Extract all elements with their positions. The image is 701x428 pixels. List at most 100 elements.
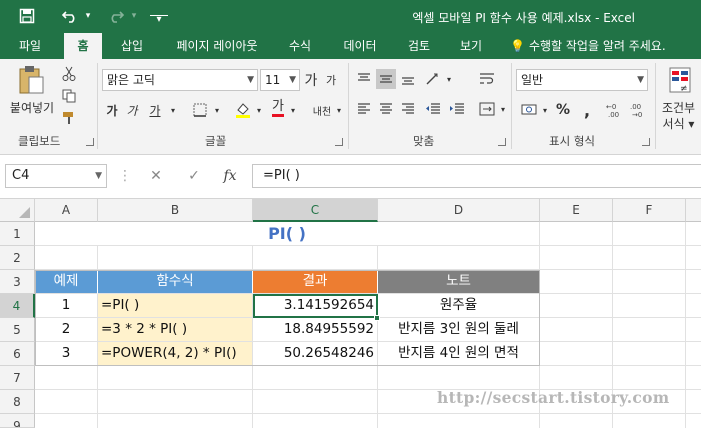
bottom-align-icon[interactable] bbox=[398, 69, 418, 89]
accounting-dropdown-icon[interactable]: ▾ bbox=[540, 99, 550, 121]
column-header-b[interactable]: B bbox=[98, 199, 253, 222]
decrease-indent-icon[interactable] bbox=[422, 99, 444, 119]
wrap-text-icon[interactable] bbox=[476, 69, 498, 89]
paste-icon[interactable] bbox=[14, 63, 48, 97]
conditional-formatting-label[interactable]: 조건부 bbox=[656, 99, 701, 115]
top-align-icon[interactable] bbox=[354, 69, 374, 89]
tab-home[interactable]: 홈 bbox=[64, 33, 102, 59]
number-format-dropdown[interactable]: 일반 ▼ bbox=[516, 69, 648, 91]
copy-icon[interactable] bbox=[60, 87, 78, 105]
orientation-icon[interactable] bbox=[422, 69, 444, 89]
column-header-f[interactable]: F bbox=[613, 199, 686, 222]
table-cell[interactable]: 1 bbox=[35, 294, 98, 318]
font-name-dropdown[interactable]: 맑은 고딕 ▼ bbox=[102, 69, 258, 91]
row-header-8[interactable]: 8 bbox=[0, 390, 35, 414]
enter-icon[interactable]: ✓ bbox=[176, 164, 212, 188]
row-header-4[interactable]: 4 bbox=[0, 294, 35, 318]
increase-decimal-icon[interactable]: ←0.00 bbox=[604, 99, 626, 121]
table-cell[interactable]: =3 * 2 * PI( ) bbox=[98, 318, 253, 342]
paste-button[interactable]: 붙여넣기 bbox=[4, 99, 60, 115]
merge-dropdown-icon[interactable]: ▾ bbox=[498, 99, 508, 119]
table-cell[interactable]: =PI( ) bbox=[98, 294, 253, 318]
header-cell-example[interactable]: 예제 bbox=[35, 270, 98, 294]
tab-view[interactable]: 보기 bbox=[450, 33, 492, 59]
tab-review[interactable]: 검토 bbox=[398, 33, 440, 59]
format-painter-icon[interactable] bbox=[60, 109, 78, 127]
underline-button[interactable]: 가 bbox=[146, 99, 164, 121]
customize-quick-access-icon[interactable]: ▾ bbox=[150, 14, 168, 25]
row-header-9[interactable]: 9 bbox=[0, 414, 35, 428]
undo-icon[interactable] bbox=[58, 5, 82, 27]
bold-button[interactable]: 가 bbox=[104, 99, 120, 121]
decrease-font-size-button[interactable]: 가 bbox=[322, 69, 340, 91]
column-header-d[interactable]: D bbox=[378, 199, 540, 222]
fill-handle[interactable] bbox=[374, 315, 380, 321]
table-cell[interactable]: 원주율 bbox=[378, 294, 540, 318]
italic-button[interactable]: 가 bbox=[124, 99, 140, 121]
column-header-g-partial[interactable] bbox=[686, 199, 701, 222]
tab-insert[interactable]: 삽입 bbox=[110, 33, 154, 59]
font-color-button[interactable]: 가 bbox=[268, 97, 288, 119]
table-cell[interactable]: 18.84955592 bbox=[253, 318, 378, 342]
row-header-7[interactable]: 7 bbox=[0, 366, 35, 390]
increase-font-size-button[interactable]: 가 bbox=[302, 69, 320, 91]
table-cell[interactable]: 3 bbox=[35, 342, 98, 366]
borders-dropdown-icon[interactable]: ▾ bbox=[212, 99, 222, 121]
underline-dropdown-icon[interactable]: ▾ bbox=[168, 99, 178, 121]
decrease-decimal-icon[interactable]: .00 →0 bbox=[628, 99, 650, 121]
phonetic-guide-button[interactable]: 내천 bbox=[310, 99, 334, 121]
row-header-5[interactable]: 5 bbox=[0, 318, 35, 342]
tab-file[interactable]: 파일 bbox=[8, 33, 52, 59]
comma-style-button[interactable]: , bbox=[580, 99, 594, 121]
tab-page-layout[interactable]: 페이지 레이아웃 bbox=[162, 33, 272, 59]
table-cell[interactable]: 반지름 3인 원의 둘레 bbox=[378, 318, 540, 342]
formula-input[interactable]: =PI( ) bbox=[252, 164, 701, 188]
align-left-icon[interactable] bbox=[354, 99, 374, 119]
alignment-launcher-icon[interactable] bbox=[498, 138, 506, 146]
insert-function-icon[interactable]: fx bbox=[214, 164, 246, 188]
clipboard-launcher-icon[interactable] bbox=[86, 138, 94, 146]
tell-me-box[interactable]: 💡 수행할 작업을 알려 주세요. bbox=[510, 33, 666, 59]
merge-center-icon[interactable] bbox=[476, 99, 498, 119]
table-cell[interactable]: 2 bbox=[35, 318, 98, 342]
select-all-corner[interactable] bbox=[0, 199, 35, 222]
align-right-icon[interactable] bbox=[398, 99, 418, 119]
percent-style-button[interactable]: % bbox=[554, 99, 572, 121]
font-size-dropdown[interactable]: 11 ▼ bbox=[260, 69, 300, 91]
row-header-3[interactable]: 3 bbox=[0, 270, 35, 294]
font-color-dropdown-icon[interactable]: ▾ bbox=[288, 99, 298, 121]
tab-formulas[interactable]: 수식 bbox=[280, 33, 320, 59]
phonetic-dropdown-icon[interactable]: ▾ bbox=[334, 99, 344, 121]
header-cell-formula[interactable]: 함수식 bbox=[98, 270, 253, 294]
orientation-dropdown-icon[interactable]: ▾ bbox=[444, 69, 454, 89]
fill-color-dropdown-icon[interactable]: ▾ bbox=[254, 99, 264, 121]
row-header-1[interactable]: 1 bbox=[0, 222, 35, 246]
row-header-6[interactable]: 6 bbox=[0, 342, 35, 366]
name-box[interactable]: C4 ▼ bbox=[5, 164, 107, 188]
accounting-format-icon[interactable] bbox=[518, 99, 540, 121]
column-header-e[interactable]: E bbox=[540, 199, 613, 222]
undo-dropdown-icon[interactable]: ▾ bbox=[82, 5, 94, 27]
table-cell[interactable]: 반지름 4인 원의 면적 bbox=[378, 342, 540, 366]
row-header-2[interactable]: 2 bbox=[0, 246, 35, 270]
cancel-icon[interactable]: ✕ bbox=[138, 164, 174, 188]
borders-icon[interactable] bbox=[190, 101, 210, 119]
tab-data[interactable]: 데이터 bbox=[332, 33, 388, 59]
align-center-icon[interactable] bbox=[376, 99, 396, 119]
table-cell[interactable]: 50.26548246 bbox=[253, 342, 378, 366]
save-icon[interactable] bbox=[14, 5, 40, 27]
cut-icon[interactable] bbox=[60, 65, 78, 83]
column-header-c[interactable]: C bbox=[253, 199, 378, 222]
header-cell-result[interactable]: 결과 bbox=[253, 270, 378, 294]
middle-align-icon[interactable] bbox=[376, 69, 396, 89]
column-header-a[interactable]: A bbox=[35, 199, 98, 222]
redo-dropdown-icon[interactable]: ▾ bbox=[128, 5, 140, 27]
conditional-formatting-label-2[interactable]: 서식 ▾ bbox=[656, 115, 701, 131]
table-cell[interactable]: =POWER(4, 2) * PI() bbox=[98, 342, 253, 366]
increase-indent-icon[interactable] bbox=[446, 99, 468, 119]
fill-color-icon[interactable] bbox=[232, 99, 254, 121]
table-cell-selected[interactable]: 3.141592654 bbox=[253, 294, 378, 318]
sheet-title-cell[interactable]: PI( ) bbox=[35, 222, 540, 246]
number-launcher-icon[interactable] bbox=[642, 138, 650, 146]
header-cell-note[interactable]: 노트 bbox=[378, 270, 540, 294]
